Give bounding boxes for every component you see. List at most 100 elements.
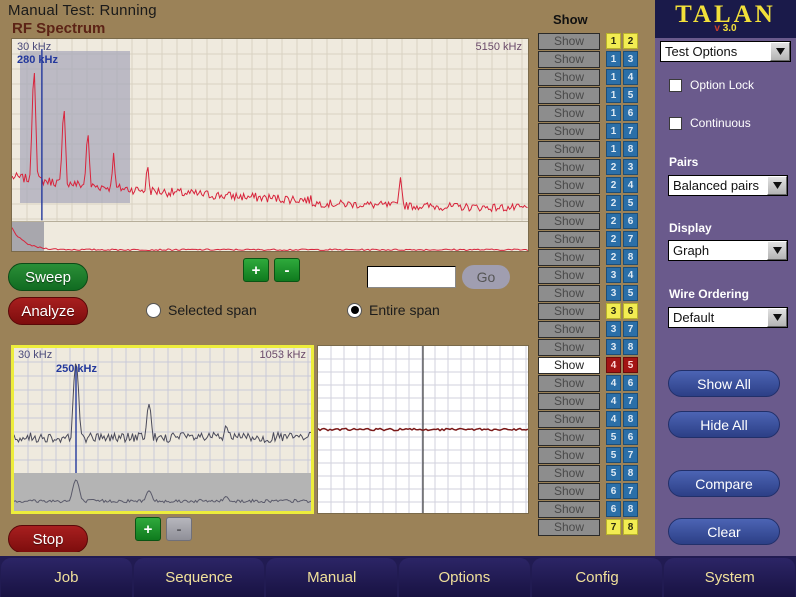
show-pair-row[interactable]: Show 4 7 (534, 392, 654, 410)
pair-badge-second[interactable]: 3 (623, 51, 638, 67)
show-pair-row[interactable]: Show 4 5 (534, 356, 654, 374)
pair-badge-second[interactable]: 8 (623, 501, 638, 517)
clear-button[interactable]: Clear (668, 518, 780, 545)
pair-badge-second[interactable]: 5 (623, 357, 638, 373)
show-pair-row[interactable]: Show 1 8 (534, 140, 654, 158)
show-toggle-button[interactable]: Show (538, 500, 600, 518)
show-pair-row[interactable]: Show 5 6 (534, 428, 654, 446)
show-toggle-button[interactable]: Show (538, 176, 600, 194)
pair-badge-second[interactable]: 6 (623, 429, 638, 445)
show-toggle-button[interactable]: Show (538, 104, 600, 122)
show-toggle-button[interactable]: Show (538, 302, 600, 320)
pair-badge-first[interactable]: 4 (606, 375, 621, 391)
pair-badge-first[interactable]: 2 (606, 231, 621, 247)
pair-badge-first[interactable]: 2 (606, 159, 621, 175)
pair-badge-first[interactable]: 2 (606, 213, 621, 229)
pair-badge-second[interactable]: 7 (623, 321, 638, 337)
show-pair-row[interactable]: Show 4 6 (534, 374, 654, 392)
pair-badge-first[interactable]: 1 (606, 105, 621, 121)
show-pair-row[interactable]: Show 1 7 (534, 122, 654, 140)
nav-tab-job[interactable]: Job (1, 558, 132, 597)
show-pair-row[interactable]: Show 3 7 (534, 320, 654, 338)
pair-badge-first[interactable]: 5 (606, 465, 621, 481)
pair-badge-first[interactable]: 3 (606, 267, 621, 283)
rf-spectrum-chart-detail[interactable]: 30 kHz 1053 kHz 250 kHz (11, 345, 314, 514)
show-pair-row[interactable]: Show 3 5 (534, 284, 654, 302)
pair-badge-second[interactable]: 6 (623, 105, 638, 121)
pair-badge-second[interactable]: 4 (623, 177, 638, 193)
show-pair-row[interactable]: Show 2 4 (534, 176, 654, 194)
show-pair-row[interactable]: Show 4 8 (534, 410, 654, 428)
show-toggle-button[interactable]: Show (538, 140, 600, 158)
pair-badge-first[interactable]: 1 (606, 141, 621, 157)
chevron-down-icon[interactable] (767, 308, 787, 327)
show-toggle-button[interactable]: Show (538, 158, 600, 176)
pair-badge-second[interactable]: 6 (623, 303, 638, 319)
show-pair-row[interactable]: Show 1 5 (534, 86, 654, 104)
show-pair-row[interactable]: Show 3 8 (534, 338, 654, 356)
selected-span-radio-dot[interactable] (146, 302, 161, 318)
radio-entire-span[interactable]: Entire span (347, 302, 440, 318)
pair-badge-first[interactable]: 6 (606, 483, 621, 499)
go-button[interactable]: Go (462, 265, 510, 289)
pair-badge-second[interactable]: 8 (623, 519, 638, 535)
show-pair-row[interactable]: Show 2 7 (534, 230, 654, 248)
show-pair-row[interactable]: Show 2 5 (534, 194, 654, 212)
display-dropdown[interactable]: Graph (668, 240, 788, 261)
pair-badge-second[interactable]: 6 (623, 375, 638, 391)
wire-ordering-dropdown[interactable]: Default (668, 307, 788, 328)
show-toggle-button[interactable]: Show (538, 482, 600, 500)
show-pair-row[interactable]: Show 1 6 (534, 104, 654, 122)
show-toggle-button[interactable]: Show (538, 194, 600, 212)
pair-badge-first[interactable]: 4 (606, 411, 621, 427)
show-pair-row[interactable]: Show 3 4 (534, 266, 654, 284)
nav-tab-system[interactable]: System (664, 558, 796, 597)
show-toggle-button[interactable]: Show (538, 338, 600, 356)
show-toggle-button[interactable]: Show (538, 356, 600, 374)
pair-badge-first[interactable]: 2 (606, 177, 621, 193)
nav-tab-config[interactable]: Config (531, 558, 663, 597)
pair-badge-first[interactable]: 5 (606, 429, 621, 445)
show-toggle-button[interactable]: Show (538, 320, 600, 338)
show-toggle-button[interactable]: Show (538, 392, 600, 410)
show-toggle-button[interactable]: Show (538, 428, 600, 446)
pair-badge-second[interactable]: 7 (623, 231, 638, 247)
phase-chart[interactable] (317, 345, 529, 514)
pair-badge-second[interactable]: 7 (623, 483, 638, 499)
show-pair-row[interactable]: Show 5 8 (534, 464, 654, 482)
pair-badge-second[interactable]: 8 (623, 465, 638, 481)
show-pair-row[interactable]: Show 2 3 (534, 158, 654, 176)
pair-badge-first[interactable]: 7 (606, 519, 621, 535)
pair-badge-first[interactable]: 3 (606, 321, 621, 337)
show-toggle-button[interactable]: Show (538, 122, 600, 140)
pair-badge-first[interactable]: 4 (606, 357, 621, 373)
pair-badge-second[interactable]: 8 (623, 141, 638, 157)
stop-button[interactable]: Stop (8, 525, 88, 553)
analyze-button[interactable]: Analyze (8, 297, 88, 325)
pairs-dropdown[interactable]: Balanced pairs (668, 175, 788, 196)
pair-badge-second[interactable]: 3 (623, 159, 638, 175)
show-pair-row[interactable]: Show 1 3 (534, 50, 654, 68)
option-lock-checkbox[interactable] (669, 78, 682, 92)
frequency-input[interactable] (367, 266, 456, 288)
pair-badge-first[interactable]: 6 (606, 501, 621, 517)
chevron-down-icon[interactable] (767, 241, 787, 260)
show-pair-row[interactable]: Show 5 7 (534, 446, 654, 464)
pair-badge-first[interactable]: 3 (606, 285, 621, 301)
pair-badge-second[interactable]: 5 (623, 87, 638, 103)
show-toggle-button[interactable]: Show (538, 86, 600, 104)
pair-badge-second[interactable]: 4 (623, 267, 638, 283)
pair-badge-second[interactable]: 5 (623, 285, 638, 301)
pair-badge-first[interactable]: 1 (606, 123, 621, 139)
pair-badge-first[interactable]: 5 (606, 447, 621, 463)
show-toggle-button[interactable]: Show (538, 518, 600, 536)
pair-badge-first[interactable]: 1 (606, 87, 621, 103)
pair-badge-second[interactable]: 7 (623, 393, 638, 409)
entire-span-radio-dot[interactable] (347, 302, 362, 318)
pair-badge-second[interactable]: 4 (623, 69, 638, 85)
show-pair-row[interactable]: Show 6 8 (534, 500, 654, 518)
pair-badge-second[interactable]: 6 (623, 213, 638, 229)
pair-badge-first[interactable]: 1 (606, 69, 621, 85)
show-toggle-button[interactable]: Show (538, 68, 600, 86)
zoom-out-button-top[interactable]: - (274, 258, 300, 282)
